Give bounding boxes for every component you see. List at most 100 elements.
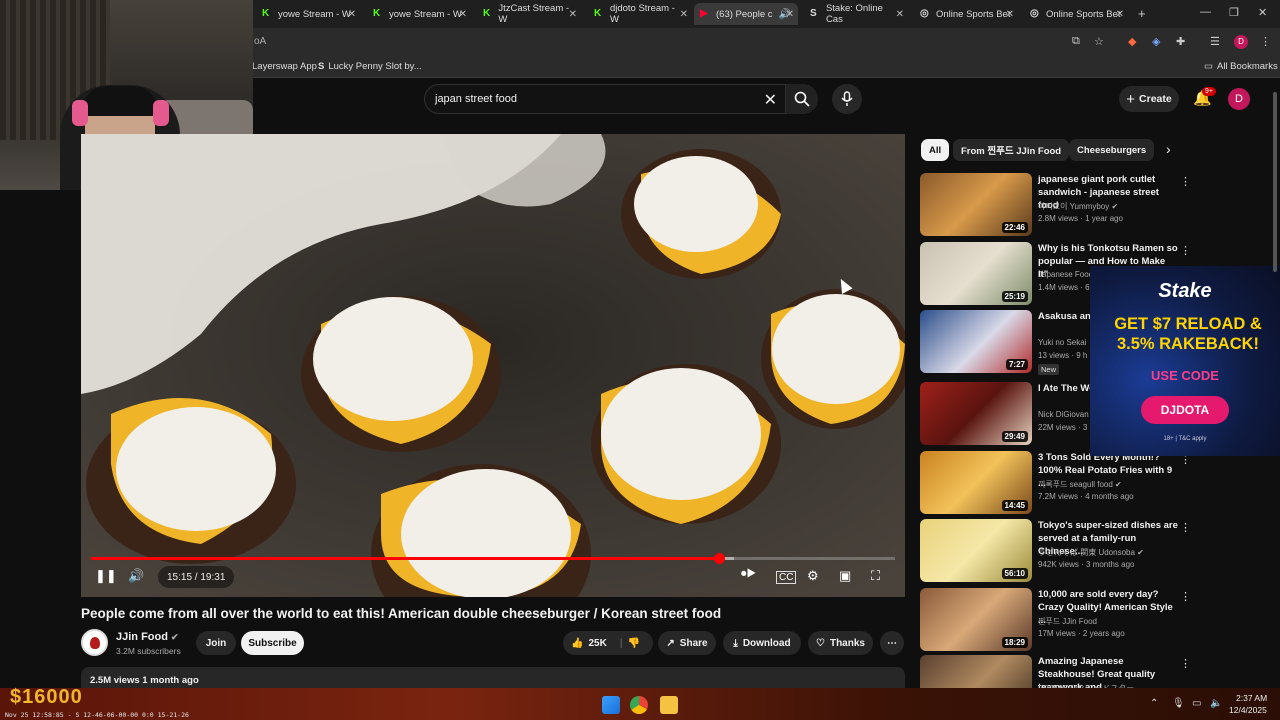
bookmark-item[interactable]: Layerswap App bbox=[252, 61, 317, 72]
chip-label: From 찐푸드 JJin Food bbox=[961, 146, 1062, 157]
menu-kebab-icon[interactable]: ⋮ bbox=[1260, 35, 1271, 48]
close-tab-icon[interactable]: ✕ bbox=[786, 9, 794, 20]
rec-channel[interactable]: 야미보이 Yummyboy ✔ bbox=[1038, 201, 1118, 212]
more-actions-button[interactable]: ⋯ bbox=[880, 631, 904, 655]
more-vert-icon[interactable]: ⋮ bbox=[1180, 521, 1191, 534]
cast-icon[interactable]: ⧉ bbox=[1072, 35, 1080, 48]
like-count[interactable]: 25K bbox=[588, 638, 606, 649]
thumbnail[interactable]: 7:27 bbox=[920, 310, 1032, 373]
restore-icon[interactable]: ❐ bbox=[1229, 6, 1239, 19]
join-button[interactable]: Join bbox=[196, 631, 236, 655]
recommendation-item[interactable]: 56:10 Tokyo's super-sized dishes are ser… bbox=[920, 519, 1191, 583]
channel-name[interactable]: JJin Food ✔ bbox=[116, 631, 179, 643]
browser-tab[interactable]: K djdoto Stream - W ✕ bbox=[588, 3, 692, 25]
progress-bar[interactable] bbox=[91, 553, 895, 564]
extension-icon[interactable]: ◆ bbox=[1128, 35, 1136, 48]
cheeseburger-patty bbox=[591, 364, 781, 524]
voice-search-button[interactable] bbox=[832, 84, 862, 114]
thumbnail[interactable]: 29:49 bbox=[920, 382, 1032, 445]
chip-all[interactable]: All bbox=[921, 139, 950, 161]
close-tab-icon[interactable]: ✕ bbox=[1116, 9, 1124, 20]
settings-gear-icon[interactable]: ⚙ bbox=[807, 568, 819, 584]
close-tab-icon[interactable]: ✕ bbox=[896, 9, 904, 20]
miniplayer-icon[interactable]: ▣ bbox=[839, 568, 851, 584]
minimize-icon[interactable]: — bbox=[1200, 6, 1211, 18]
recommendation-item[interactable]: 14:45 3 Tons Sold Every Month!? 100% Rea… bbox=[920, 451, 1191, 515]
browser-tab-active[interactable]: ▶ (63) People c 🔊 ✕ bbox=[694, 3, 798, 25]
subtitles-icon[interactable]: CC bbox=[776, 571, 797, 584]
page-scrollbar[interactable] bbox=[1273, 92, 1277, 272]
close-window-icon[interactable]: ✕ bbox=[1258, 6, 1267, 19]
taskbar-clock-time[interactable]: 2:37 AM bbox=[1236, 693, 1267, 703]
extension-icon[interactable]: ◈ bbox=[1152, 35, 1160, 48]
rec-channel[interactable]: うどんそば 関東 Udonsoba ✔ bbox=[1038, 547, 1144, 558]
close-tab-icon[interactable]: ✕ bbox=[680, 9, 688, 20]
all-bookmarks[interactable]: ▭ All Bookmarks bbox=[1204, 61, 1278, 72]
close-tab-icon[interactable]: ✕ bbox=[348, 9, 356, 20]
extensions-puzzle-icon[interactable]: ✚ bbox=[1176, 35, 1185, 48]
rec-channel[interactable]: Nick DiGiovan bbox=[1038, 410, 1089, 419]
search-input[interactable]: japan street food bbox=[435, 93, 517, 105]
thumbnail[interactable]: 14:45 bbox=[920, 451, 1032, 514]
browser-tab[interactable]: K JtzCast Stream - W ✕ bbox=[477, 3, 581, 25]
create-button[interactable]: + Create bbox=[1119, 86, 1179, 112]
new-tab-icon[interactable]: + bbox=[1138, 6, 1146, 21]
browser-tab[interactable]: K yowe Stream - W ✕ bbox=[367, 3, 471, 25]
file-explorer-icon[interactable] bbox=[660, 696, 678, 714]
more-vert-icon[interactable]: ⋮ bbox=[1180, 175, 1191, 188]
new-badge: New bbox=[1038, 364, 1060, 375]
chevron-right-icon[interactable]: › bbox=[1166, 141, 1171, 157]
thumbnail[interactable]: 22:46 bbox=[920, 173, 1032, 236]
profile-avatar[interactable]: D bbox=[1234, 35, 1248, 49]
subscribe-button[interactable]: Subscribe bbox=[241, 631, 304, 655]
thumbnail[interactable]: 18:29 bbox=[920, 588, 1032, 651]
thumbnail[interactable]: 56:10 bbox=[920, 519, 1032, 582]
pause-icon[interactable]: ❚❚ bbox=[95, 568, 117, 584]
download-button[interactable]: ⤓ Download bbox=[723, 631, 801, 655]
more-vert-icon[interactable]: ⋮ bbox=[1180, 657, 1191, 670]
tray-chevron-icon[interactable]: ⌃ bbox=[1150, 698, 1158, 709]
share-button[interactable]: ↗ Share bbox=[658, 631, 716, 655]
account-avatar[interactable]: D bbox=[1228, 88, 1250, 110]
thanks-button[interactable]: ♡ Thanks bbox=[808, 631, 873, 655]
more-vert-icon[interactable]: ⋮ bbox=[1180, 244, 1191, 257]
volume-icon[interactable]: 🔊 bbox=[128, 568, 144, 584]
search-button[interactable] bbox=[786, 84, 818, 114]
video-player[interactable]: ❚❚ 🔊 15:15 / 19:31 ⏺▶ CC ⚙ ▣ ⛶ bbox=[81, 134, 905, 597]
dislike-icon[interactable]: 👎 bbox=[628, 638, 640, 649]
clear-search-icon[interactable]: ✕ bbox=[764, 90, 777, 110]
rec-channel[interactable]: 끼록푸드 seagull food ✔ bbox=[1038, 479, 1122, 490]
bookmark-item[interactable]: S Lucky Penny Slot by... bbox=[318, 61, 422, 72]
reading-list-icon[interactable]: ☰ bbox=[1210, 35, 1220, 48]
rec-channel[interactable]: Japanese Food bbox=[1038, 270, 1093, 279]
windows-start-icon[interactable] bbox=[602, 696, 620, 714]
fullscreen-icon[interactable]: ⛶ bbox=[871, 568, 880, 584]
microphone-tray-icon[interactable]: 🎙 bbox=[1172, 698, 1185, 709]
chip-from-channel[interactable]: From 찐푸드 JJin Food bbox=[953, 139, 1070, 161]
like-icon[interactable]: 👍 bbox=[571, 638, 583, 649]
rec-channel[interactable]: 찐푸드 JJin Food bbox=[1038, 616, 1097, 627]
taskbar-clock-date[interactable]: 12/4/2025 bbox=[1229, 705, 1267, 715]
bookmark-star-icon[interactable]: ☆ bbox=[1094, 35, 1104, 48]
browser-tab[interactable]: K yowe Stream - W ✕ bbox=[256, 3, 360, 25]
volume-tray-icon[interactable]: 🔈 bbox=[1210, 698, 1222, 709]
autoplay-toggle-icon[interactable]: ⏺▶ bbox=[741, 568, 756, 581]
more-vert-icon[interactable]: ⋮ bbox=[1180, 590, 1191, 603]
close-tab-icon[interactable]: ✕ bbox=[1006, 9, 1014, 20]
browser-tab[interactable]: S Stake: Online Cas ✕ bbox=[804, 3, 908, 25]
url-field[interactable]: oA bbox=[254, 36, 266, 47]
rec-meta: 942K views · 3 months ago bbox=[1038, 560, 1135, 569]
browser-tab[interactable]: ◎ Online Sports Bet ✕ bbox=[1024, 3, 1128, 25]
recommendation-item[interactable]: 18:29 10,000 are sold every day? Crazy Q… bbox=[920, 588, 1191, 652]
chip-cheeseburgers[interactable]: Cheeseburgers bbox=[1069, 139, 1155, 161]
close-tab-icon[interactable]: ✕ bbox=[569, 9, 577, 20]
search-box[interactable]: japan street food ✕ bbox=[424, 84, 786, 114]
thumbnail[interactable]: 25:19 bbox=[920, 242, 1032, 305]
browser-tab[interactable]: ◎ Online Sports Bet ✕ bbox=[914, 3, 1018, 25]
rec-channel[interactable]: Yuki no Sekai bbox=[1038, 338, 1086, 347]
network-icon[interactable]: ▭ bbox=[1192, 698, 1201, 709]
close-tab-icon[interactable]: ✕ bbox=[459, 9, 467, 20]
recommendation-item[interactable]: 22:46 japanese giant pork cutlet sandwic… bbox=[920, 173, 1191, 237]
channel-avatar[interactable] bbox=[81, 629, 108, 656]
chrome-icon[interactable] bbox=[630, 696, 648, 714]
